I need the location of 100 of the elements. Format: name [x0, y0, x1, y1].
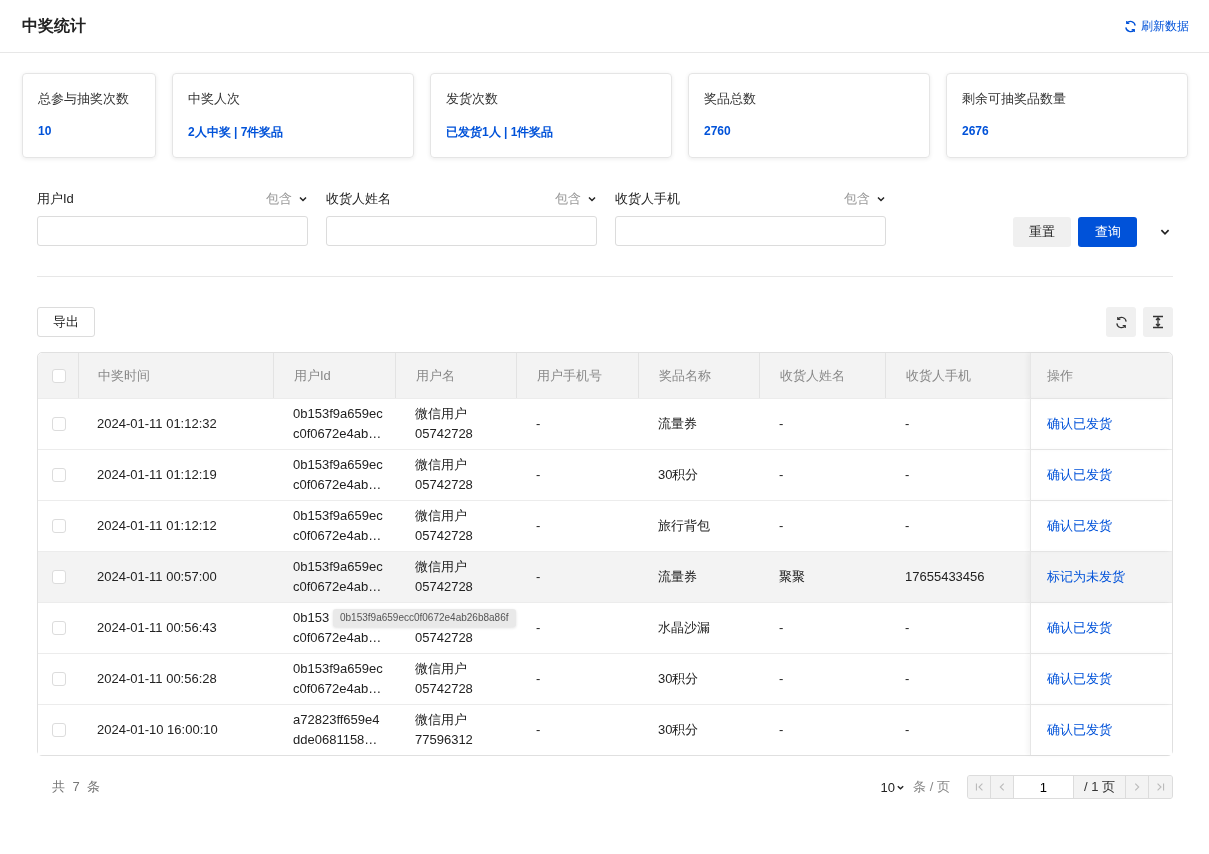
table-cell-text: 水晶沙漏: [658, 619, 710, 637]
refresh-icon: [1124, 19, 1137, 33]
row-checkbox[interactable]: [52, 672, 66, 686]
table-cell-text: -: [536, 721, 541, 739]
filter-label: 收货人手机: [615, 190, 680, 208]
table-cell-line: 05742728: [415, 527, 473, 545]
filter-input[interactable]: [326, 216, 597, 246]
search-button[interactable]: 查询: [1078, 217, 1137, 247]
table-cell-text: 17655433456: [905, 568, 985, 586]
export-button[interactable]: 导出: [37, 307, 95, 337]
action-link[interactable]: 确认已发货: [1047, 517, 1112, 535]
table-cell-line: 77596312: [415, 731, 473, 749]
table-cell-text: 2024-01-11 00:56:28: [97, 670, 217, 688]
table-cell-line: 微信用户: [415, 405, 467, 423]
reset-button[interactable]: 重置: [1013, 217, 1071, 247]
stat-value: 2人中奖 | 7件奖品: [188, 124, 285, 141]
select-all-checkbox[interactable]: [52, 368, 66, 383]
table-cell-text: -: [536, 670, 541, 688]
table-cell-text: -: [536, 415, 541, 433]
page-title: 中奖统计: [22, 15, 86, 36]
table-cell-text: -: [905, 619, 910, 637]
row-checkbox[interactable]: [52, 417, 66, 431]
table-cell-line: 0b153f9a659ec: [293, 507, 383, 525]
table-cell-line: 0b153: [293, 609, 330, 627]
row-checkbox[interactable]: [52, 519, 66, 533]
action-link[interactable]: 确认已发货: [1047, 619, 1112, 637]
table-cell-text: 2024-01-10 16:00:10: [97, 721, 218, 739]
table-cell-line: a72823ff659e4: [293, 711, 380, 729]
refresh-icon[interactable]: [1106, 307, 1136, 337]
table-cell-text: 流量券: [658, 415, 697, 433]
action-link[interactable]: 确认已发货: [1047, 466, 1112, 484]
table-cell-line: 微信用户: [415, 711, 467, 729]
table-cell-line: c0f0672e4ab…: [293, 629, 382, 647]
table-cell-line: 05742728: [415, 578, 473, 596]
table-cell-text: 流量券: [658, 568, 697, 586]
table-cell-line: 微信用户: [415, 456, 467, 474]
table-cell-text: 2024-01-11 01:12:19: [97, 466, 217, 484]
table-cell-line: 微信用户: [415, 558, 467, 576]
page-size-select[interactable]: 10: [880, 779, 906, 795]
stat-label: 发货次数: [446, 90, 499, 108]
table-cell-text: 30积分: [658, 466, 699, 484]
refresh-data-link[interactable]: 刷新数据: [1124, 17, 1189, 35]
table-cell-text: -: [905, 670, 910, 688]
column-header: 用户Id: [294, 366, 331, 385]
table-cell-line: c0f0672e4ab…: [293, 425, 382, 443]
chevron-down-icon: [587, 194, 597, 204]
table-cell-text: 2024-01-11 01:12:12: [97, 517, 217, 535]
total-count: 共 7 条: [52, 778, 103, 796]
action-link[interactable]: 确认已发货: [1047, 721, 1112, 739]
table-cell-text: -: [779, 517, 784, 535]
column-header: 用户手机号: [537, 366, 602, 385]
stat-label: 中奖人次: [188, 90, 241, 108]
table-cell-line: 0b153f9a659ec: [293, 660, 383, 678]
table-cell-line: dde0681158…: [293, 731, 378, 749]
table-cell-line: 0b153f9a659ec: [293, 405, 383, 423]
action-link[interactable]: 确认已发货: [1047, 415, 1112, 433]
table-cell-line: c0f0672e4ab…: [293, 476, 382, 494]
chevron-down-icon: [298, 194, 308, 204]
table-cell-text: -: [905, 517, 910, 535]
table-cell-text: -: [536, 619, 541, 637]
page-input[interactable]: 1: [1013, 776, 1074, 798]
row-checkbox[interactable]: [52, 723, 66, 737]
row-checkbox[interactable]: [52, 468, 66, 482]
table-cell-text: 30积分: [658, 670, 699, 688]
column-header: 中奖时间: [98, 366, 150, 385]
row-checkbox[interactable]: [52, 621, 66, 635]
stat-label: 总参与抽奖次数: [38, 90, 130, 108]
table-cell-line: c0f0672e4ab…: [293, 527, 382, 545]
stat-value: 2676: [962, 124, 990, 138]
action-link[interactable]: 标记为未发货: [1047, 568, 1125, 586]
filter-input[interactable]: [37, 216, 308, 246]
table-cell-text: -: [905, 466, 910, 484]
filter-label: 收货人姓名: [326, 190, 391, 208]
filter-label: 用户Id: [37, 190, 74, 208]
table-cell-text: 旅行背包: [658, 517, 710, 535]
table-cell-line: c0f0672e4ab…: [293, 680, 382, 698]
table-cell-text: 30积分: [658, 721, 699, 739]
table-cell-text: 2024-01-11 01:12:32: [97, 415, 217, 433]
page-size-unit: 条 / 页: [913, 778, 950, 796]
column-header: 用户名: [416, 366, 455, 385]
table-cell-text: -: [536, 517, 541, 535]
table-cell-text: 聚聚: [779, 568, 805, 586]
filter-input[interactable]: [615, 216, 886, 246]
table-cell-text: -: [536, 568, 541, 586]
stat-value: 10: [38, 124, 53, 138]
stat-label: 奖品总数: [704, 90, 757, 108]
table-cell-text: -: [905, 721, 910, 739]
stat-label: 剩余可抽奖品数量: [962, 90, 1067, 108]
table-cell-text: -: [779, 721, 784, 739]
table-cell-text: -: [536, 466, 541, 484]
table-cell-line: c0f0672e4ab…: [293, 578, 382, 596]
table-cell-line: 05742728: [415, 425, 473, 443]
table-cell-text: -: [905, 415, 910, 433]
action-link[interactable]: 确认已发货: [1047, 670, 1112, 688]
row-height-icon[interactable]: [1143, 307, 1173, 337]
column-header: 收货人手机: [906, 366, 971, 385]
row-checkbox[interactable]: [52, 570, 66, 584]
table-cell-text: -: [779, 619, 784, 637]
stat-value: 2760: [704, 124, 732, 138]
table-cell-text: -: [779, 670, 784, 688]
